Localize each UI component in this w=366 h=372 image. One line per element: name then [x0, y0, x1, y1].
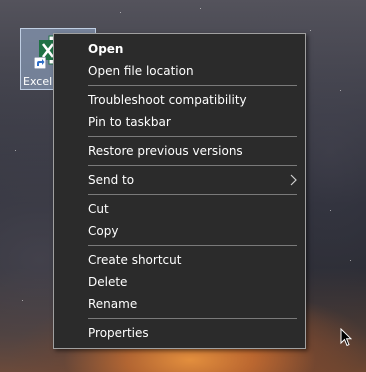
desktop[interactable]: Excel Open Open file location Troublesho… — [0, 0, 366, 372]
menu-separator — [88, 165, 297, 166]
menu-item-create-shortcut[interactable]: Create shortcut — [54, 249, 305, 271]
menu-separator — [88, 194, 297, 195]
chevron-right-icon — [290, 174, 297, 186]
menu-separator — [88, 85, 297, 86]
menu-item-properties[interactable]: Properties — [54, 322, 305, 344]
menu-separator — [88, 136, 297, 137]
star — [200, 8, 201, 9]
shortcut-arrow-icon — [34, 57, 46, 69]
star — [22, 300, 23, 301]
star — [350, 260, 351, 261]
menu-item-troubleshoot-compatibility[interactable]: Troubleshoot compatibility — [54, 89, 305, 111]
menu-item-delete[interactable]: Delete — [54, 271, 305, 293]
menu-item-cut[interactable]: Cut — [54, 198, 305, 220]
star — [340, 90, 341, 91]
star — [15, 150, 16, 151]
menu-item-restore-previous-versions[interactable]: Restore previous versions — [54, 140, 305, 162]
menu-separator — [88, 318, 297, 319]
star — [120, 12, 121, 13]
star — [310, 30, 311, 31]
context-menu: Open Open file location Troubleshoot com… — [53, 33, 306, 349]
menu-item-send-to[interactable]: Send to — [54, 169, 305, 191]
menu-item-open-file-location[interactable]: Open file location — [54, 60, 305, 82]
menu-item-label: Send to — [88, 173, 135, 187]
star — [330, 210, 331, 211]
menu-separator — [88, 245, 297, 246]
menu-item-rename[interactable]: Rename — [54, 293, 305, 315]
menu-item-open[interactable]: Open — [54, 38, 305, 60]
menu-item-copy[interactable]: Copy — [54, 220, 305, 242]
menu-item-pin-to-taskbar[interactable]: Pin to taskbar — [54, 111, 305, 133]
mouse-pointer-icon — [340, 328, 352, 347]
